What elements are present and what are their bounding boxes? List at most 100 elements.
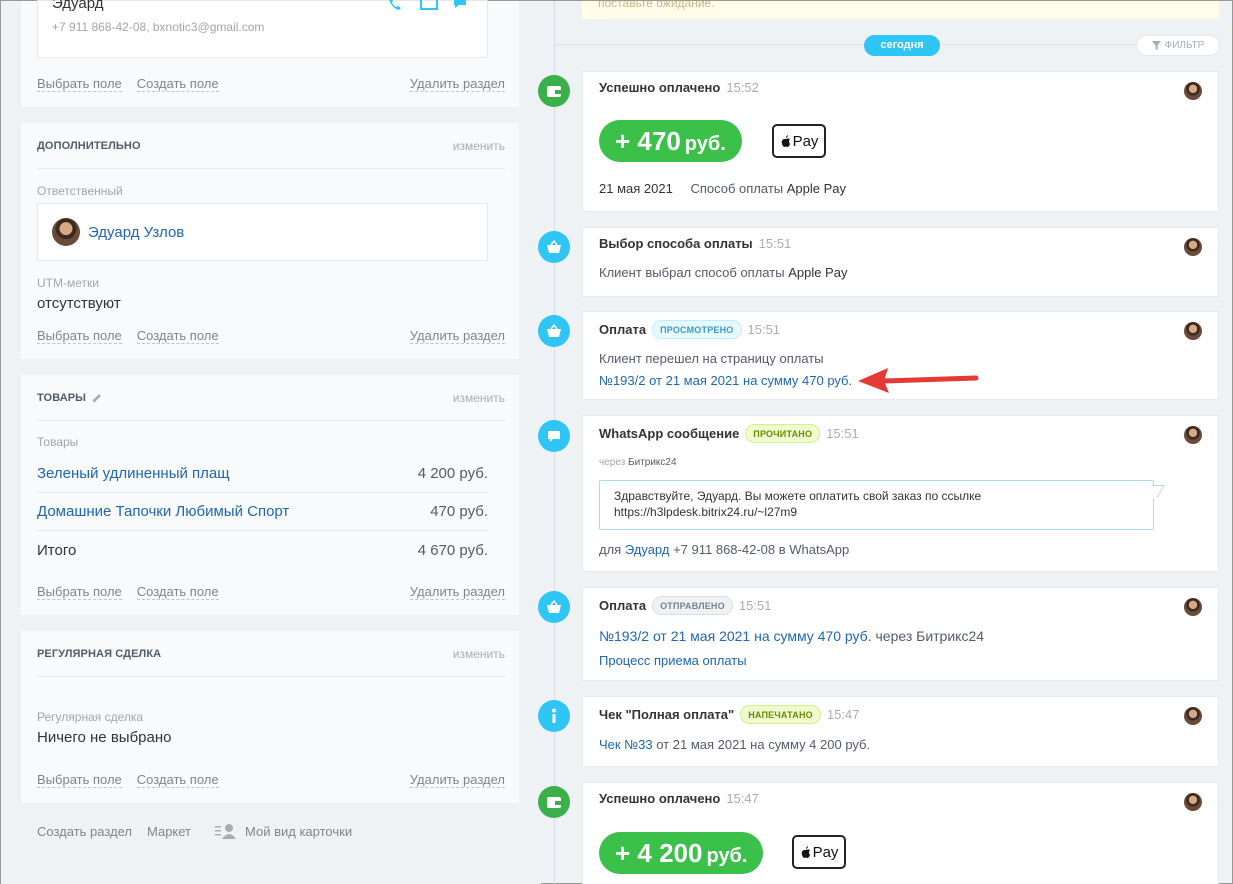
left-column: Эдуард +7 911 868-42-08, bxnotic3@gmail.…: [1, 0, 541, 884]
delete-section-link[interactable]: Удалить раздел: [409, 328, 505, 344]
recipient-name[interactable]: Эдуард: [625, 542, 670, 557]
create-section-link[interactable]: Создать раздел: [37, 824, 132, 839]
item-header: Чек "Полная оплата" НАПЕЧАТАНО 15:47: [599, 705, 859, 724]
payment-amount-value: + 470: [615, 126, 681, 156]
goods-edit-link[interactable]: изменить: [453, 391, 505, 405]
create-field-link[interactable]: Создать поле: [136, 76, 219, 92]
contact-name[interactable]: Эдуард: [52, 0, 103, 12]
apple-pay-logo: Pay: [772, 124, 826, 158]
goods-item-name[interactable]: Зеленый удлиненный плащ: [37, 465, 230, 482]
goods-total-label: Итого: [37, 541, 77, 559]
extra-edit-link[interactable]: изменить: [453, 139, 505, 153]
payment-process-link[interactable]: Процесс приема оплаты: [599, 653, 747, 668]
utm-value: отсутствуют: [37, 295, 121, 312]
receipt-link[interactable]: Чек №33: [599, 737, 653, 752]
delete-section-link[interactable]: Удалить раздел: [409, 584, 505, 600]
author-avatar[interactable]: [1184, 426, 1202, 444]
order-line: №193/2 от 21 мая 2021 на сумму 470 руб. …: [599, 628, 984, 644]
order-link[interactable]: №193/2 от 21 мая 2021 на сумму 470 руб.: [599, 373, 852, 388]
apple-pay-text: Pay: [812, 843, 839, 861]
today-label: сегодня: [864, 35, 940, 56]
market-link[interactable]: Маркет: [147, 824, 191, 839]
goods-item-name[interactable]: Домашние Тапочки Любимый Спорт: [37, 503, 289, 520]
item-text: Клиент перешел на страницу оплаты: [599, 351, 824, 366]
item-time: 15:51: [826, 426, 859, 441]
responsible-name[interactable]: Эдуард Узлов: [88, 224, 184, 241]
choose-field-link[interactable]: Выбрать поле: [37, 584, 122, 600]
timeline-item-payment-success: Успешно оплачено 15:47 + 4 200 руб. Pay: [582, 782, 1219, 884]
receipt-line: Чек №33 от 21 мая 2021 на сумму 4 200 ру…: [599, 737, 870, 752]
item-header: Оплата ОТПРАВЛЕНО 15:51: [599, 596, 771, 615]
wallet-icon: [538, 75, 570, 107]
create-field-link[interactable]: Создать поле: [136, 584, 219, 600]
card-bottom-links: Создать раздел Маркет Мой вид карточки: [37, 823, 352, 839]
item-title: Успешно оплачено: [599, 80, 721, 95]
recipient-line: для Эдуард +7 911 868-42-08 в WhatsApp: [599, 542, 849, 557]
contact-info: +7 911 868-42-08, bxnotic3@gmail.com: [52, 20, 265, 34]
delete-section-link[interactable]: Удалить раздел: [409, 772, 505, 788]
payment-amount-value: + 4 200: [615, 838, 703, 868]
author-avatar[interactable]: [1184, 598, 1202, 616]
filter-button[interactable]: ФИЛЬТР: [1136, 35, 1220, 56]
timeline-item-payment-method: Выбор способа оплаты 15:51 Клиент выбрал…: [582, 227, 1219, 297]
goods-panel: ТОВАРЫ изменить Товары Зеленый удлиненны…: [21, 375, 519, 615]
regular-panel-header: РЕГУЛЯРНАЯ СДЕЛКА изменить: [37, 631, 505, 677]
chat-icon[interactable]: [452, 0, 470, 11]
extra-panel-header: ДОПОЛНИТЕЛЬНО изменить: [37, 123, 505, 169]
regular-edit-link[interactable]: изменить: [453, 647, 505, 661]
item-header: WhatsApp сообщение ПРОЧИТАНО 15:51: [599, 424, 859, 443]
author-avatar[interactable]: [1184, 707, 1202, 725]
timeline-item-payment-sent: Оплата ОТПРАВЛЕНО 15:51 №193/2 от 21 мая…: [582, 587, 1219, 681]
goods-row: Зеленый удлиненный плащ 4 200 руб.: [37, 455, 488, 493]
contact-card: Эдуард +7 911 868-42-08, bxnotic3@gmail.…: [37, 0, 488, 58]
item-time: 15:52: [726, 80, 759, 95]
my-card-view-link[interactable]: Мой вид карточки: [245, 824, 352, 839]
message-bubble: Здравствуйте, Эдуард. Вы можете оплатить…: [599, 480, 1154, 530]
goods-total-sum: 4 670 руб.: [417, 541, 488, 559]
item-title: Выбор способа оплаты: [599, 236, 753, 251]
recipient-label: для: [599, 542, 622, 557]
status-badge: ОТПРАВЛЕНО: [652, 596, 733, 615]
item-header: Успешно оплачено 15:52: [599, 80, 759, 95]
item-title: Успешно оплачено: [599, 791, 721, 806]
email-icon[interactable]: [420, 0, 438, 11]
payment-method: Apple Pay: [786, 181, 847, 196]
goods-item-sum: 470 руб.: [430, 503, 488, 520]
status-badge: НАПЕЧАТАНО: [740, 705, 821, 724]
goods-title: ТОВАРЫ: [37, 391, 87, 404]
item-title: Оплата: [599, 322, 647, 337]
contact-panel: Эдуард +7 911 868-42-08, bxnotic3@gmail.…: [21, 0, 519, 107]
card-view-icon[interactable]: [215, 823, 237, 839]
payment-currency: руб.: [684, 133, 726, 155]
item-title: Оплата: [599, 598, 647, 613]
author-avatar[interactable]: [1184, 322, 1202, 340]
order-link[interactable]: №193/2 от 21 мая 2021 на сумму 470 руб.: [599, 628, 872, 644]
goods-panel-header: ТОВАРЫ изменить: [37, 375, 505, 421]
timeline-item-payment-success: Успешно оплачено 15:52 + 470 руб. Pay 21…: [582, 71, 1219, 212]
message-icon: [538, 420, 570, 452]
apple-icon: [801, 846, 810, 858]
annotation-arrow-icon: [858, 368, 979, 393]
choose-field-link[interactable]: Выбрать поле: [37, 76, 122, 92]
choose-field-link[interactable]: Выбрать поле: [37, 328, 122, 344]
choose-field-link[interactable]: Выбрать поле: [37, 772, 122, 788]
delete-section-link[interactable]: Удалить раздел: [409, 76, 505, 92]
item-time: 15:51: [747, 322, 781, 337]
item-time: 15:51: [758, 236, 792, 251]
payment-details: 21 мая 2021 Способ оплаты Apple Pay: [599, 181, 846, 196]
pencil-icon[interactable]: [92, 392, 103, 403]
create-field-link[interactable]: Создать поле: [136, 328, 219, 344]
apple-icon: [781, 135, 790, 147]
status-badge: ПРОСМОТРЕНО: [652, 320, 742, 339]
author-avatar[interactable]: [1184, 238, 1202, 256]
author-avatar[interactable]: [1184, 82, 1202, 100]
timeline-item-whatsapp: WhatsApp сообщение ПРОЧИТАНО 15:51 через…: [582, 415, 1219, 572]
item-header: Оплата ПРОСМОТРЕНО 15:51: [599, 320, 780, 339]
regular-value: Ничего не выбрано: [37, 729, 172, 746]
payment-amount: + 4 200 руб.: [599, 832, 764, 874]
regular-panel: РЕГУЛЯРНАЯ СДЕЛКА изменить Регулярная сд…: [21, 631, 519, 803]
create-field-link[interactable]: Создать поле: [136, 772, 219, 788]
responsible-avatar: [52, 218, 80, 246]
phone-icon[interactable]: [388, 0, 402, 11]
author-avatar[interactable]: [1184, 793, 1202, 811]
